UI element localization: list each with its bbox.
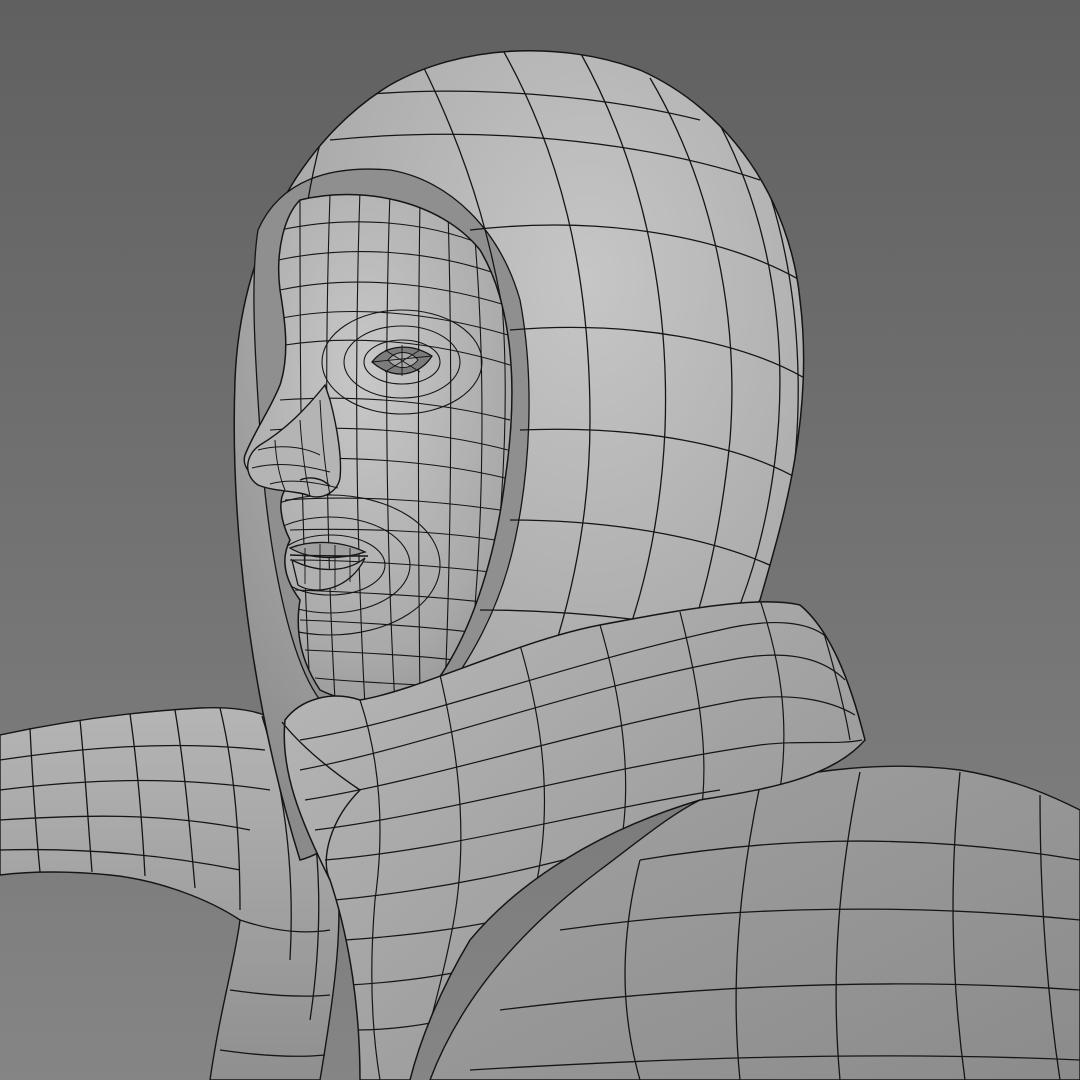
viewport-render xyxy=(0,0,1080,1080)
3d-viewport[interactable] xyxy=(0,0,1080,1080)
